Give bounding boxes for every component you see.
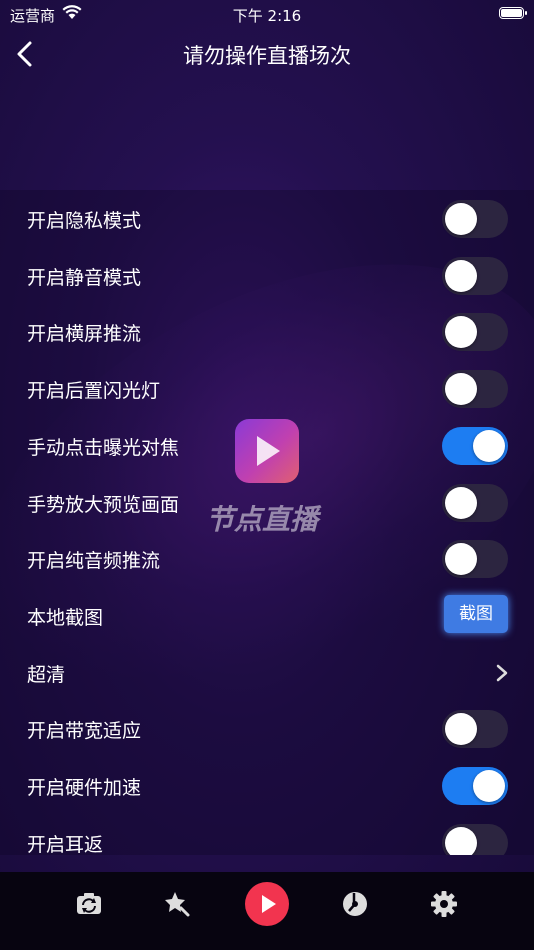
settings-row[interactable]: 开启横屏推流 (0, 303, 534, 360)
toggle-knob (473, 429, 505, 462)
settings-row-label: 开启横屏推流 (27, 323, 142, 346)
settings-toggle[interactable] (442, 710, 508, 749)
settings-row-label: 开启静音模式 (27, 266, 142, 289)
settings-row-label: 开启耳返 (27, 833, 104, 855)
settings-toggle[interactable] (442, 823, 508, 855)
settings-row-label: 开启后置闪光灯 (27, 380, 161, 403)
settings-row-label: 超清 (27, 663, 66, 686)
toggle-knob (445, 826, 477, 855)
settings-toggle[interactable] (442, 767, 508, 805)
record-play-icon (262, 895, 276, 913)
app-logo (235, 419, 299, 483)
settings-row[interactable]: 开启后置闪光灯 (0, 360, 534, 417)
page-title: 请勿操作直播场次 (183, 44, 351, 68)
music-disc-icon[interactable] (335, 884, 375, 924)
settings-row-label: 手势放大预览画面 (27, 493, 180, 516)
settings-row[interactable]: 超清 (0, 644, 534, 701)
toggle-knob (445, 713, 477, 746)
settings-toggle[interactable] (442, 313, 508, 352)
settings-row[interactable]: 开启耳返 (0, 814, 534, 855)
toggle-knob (445, 203, 477, 235)
settings-row-label: 开启带宽适应 (27, 720, 142, 743)
settings-row-label: 本地截图 (27, 606, 104, 629)
settings-row-label: 开启隐私模式 (27, 210, 142, 232)
settings-toggle[interactable] (442, 256, 508, 295)
settings-gear-icon[interactable] (424, 884, 464, 924)
settings-toggle[interactable] (442, 200, 508, 238)
record-play-button[interactable] (245, 882, 289, 926)
settings-toggle[interactable] (442, 483, 508, 522)
toggle-knob (445, 259, 477, 292)
navigation-bar: 请勿操作直播场次 (0, 28, 534, 80)
settings-row[interactable]: 开启硬件加速 (0, 757, 534, 814)
toggle-knob (473, 770, 505, 802)
toggle-knob (445, 543, 477, 576)
clock: 下午 2:16 (232, 7, 302, 25)
settings-row[interactable]: 开启隐私模式 (0, 190, 534, 247)
toggle-knob (445, 486, 477, 519)
settings-row-label: 开启纯音频推流 (27, 550, 161, 573)
battery-icon (499, 7, 527, 19)
status-bar: 运营商 下午 2:16 (0, 0, 534, 28)
screenshot-button[interactable]: 截图 (444, 594, 508, 633)
settings-row[interactable]: 开启静音模式 (0, 247, 534, 304)
settings-toggle[interactable] (442, 370, 508, 409)
settings-row[interactable]: 开启带宽适应 (0, 700, 534, 757)
settings-row-label: 开启硬件加速 (27, 777, 142, 799)
chevron-right-icon[interactable] (494, 664, 510, 682)
toggle-knob (445, 373, 477, 406)
toggle-knob (445, 316, 477, 349)
magic-beauty-icon[interactable] (157, 884, 197, 924)
camera-switch-icon[interactable] (69, 884, 109, 924)
settings-row[interactable]: 本地截图 截图 (0, 587, 534, 644)
play-icon (257, 436, 280, 466)
settings-toggle[interactable] (442, 540, 508, 579)
settings-row-label: 手动点击曝光对焦 (27, 436, 180, 459)
settings-row[interactable]: 开启纯音频推流 (0, 530, 534, 587)
settings-toggle[interactable] (442, 426, 508, 465)
watermark-text: 节点直播 (206, 503, 319, 536)
